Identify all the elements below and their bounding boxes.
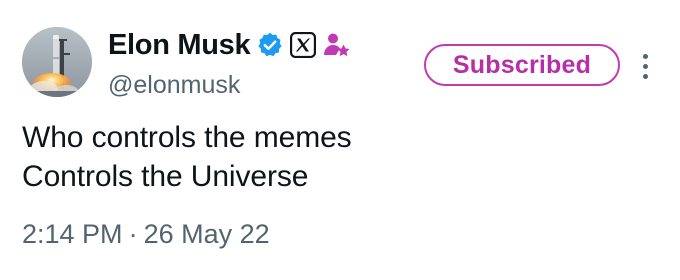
author-name-row: Elon Musk	[108, 27, 352, 63]
tweet-text-line: Controls the Universe	[22, 160, 309, 193]
tweet-time: 2:14 PM	[22, 219, 123, 249]
subscribed-button[interactable]: Subscribed	[424, 44, 620, 86]
tweet-date: 26 May 22	[143, 219, 270, 249]
x-affiliate-badge-icon[interactable]	[290, 32, 317, 58]
more-vertical-icon[interactable]	[637, 46, 653, 86]
subscriber-badge-icon[interactable]	[322, 31, 352, 59]
tweet-timestamp[interactable]: 2:14 PM · 26 May 22	[22, 219, 270, 250]
tweet-card: Elon Musk @elonmusk Subscribed Who contr…	[0, 0, 680, 280]
tweet-text-line: Who controls the memes	[22, 121, 352, 154]
more-dot	[642, 53, 648, 59]
tweet-text: Who controls the memes Controls the Univ…	[22, 118, 352, 196]
more-dot	[642, 73, 648, 79]
author-handle[interactable]: @elonmusk	[108, 71, 240, 100]
avatar[interactable]	[22, 27, 92, 97]
verified-badge-icon[interactable]	[256, 31, 284, 59]
more-dot	[642, 63, 648, 69]
author-display-name[interactable]: Elon Musk	[108, 29, 251, 62]
timestamp-separator: ·	[128, 219, 138, 249]
avatar-rocket-image	[22, 27, 92, 97]
